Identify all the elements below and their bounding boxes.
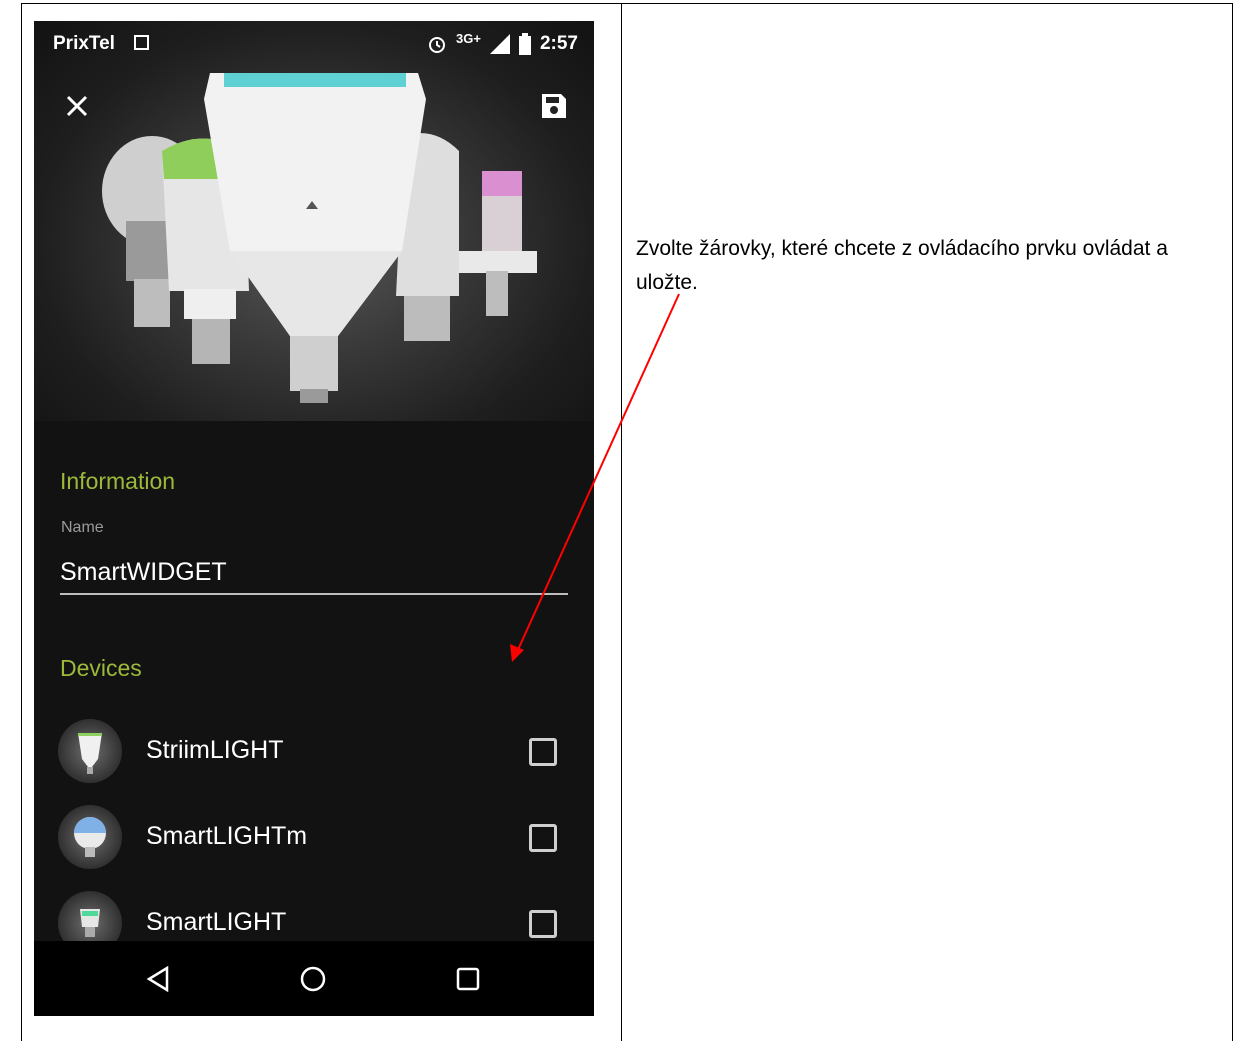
device-name: SmartLIGHTm	[146, 822, 308, 850]
status-bar: PrixTel 3G+ 2:57	[34, 21, 594, 67]
table-border-right	[1232, 3, 1233, 1041]
device-checkbox[interactable]	[529, 824, 557, 852]
home-button[interactable]	[293, 959, 333, 999]
home-circle-icon	[300, 966, 326, 992]
device-row[interactable]: StriimLIGHT	[34, 709, 594, 795]
close-button[interactable]	[56, 85, 98, 127]
device-checkbox[interactable]	[529, 910, 557, 938]
instruction-text: Zvolte žárovky, které chcete z ovládacíh…	[636, 237, 1168, 294]
save-button[interactable]	[533, 85, 575, 127]
table-border-divider	[621, 3, 622, 1041]
navigation-bar	[34, 941, 594, 1016]
device-name: StriimLIGHT	[146, 736, 284, 764]
carrier-name: PrixTel	[53, 33, 115, 54]
back-triangle-icon	[146, 965, 169, 993]
phone-screen: PrixTel 3G+ 2:57 Information Name SmartW…	[34, 21, 594, 1016]
alarm-icon	[429, 37, 446, 53]
table-border-left	[21, 3, 22, 1041]
recents-button[interactable]	[448, 959, 488, 999]
device-avatar	[58, 805, 122, 869]
bulbs-illustration	[102, 73, 537, 403]
save-icon	[542, 94, 566, 118]
information-section-title: Information	[60, 468, 176, 494]
back-button[interactable]	[138, 959, 178, 999]
network-type: 3G+	[456, 30, 481, 46]
battery-icon	[518, 33, 531, 55]
device-name: SmartLIGHT	[146, 908, 287, 936]
bulb-icon	[78, 733, 102, 774]
signal-icon	[489, 34, 510, 54]
device-avatar	[58, 719, 122, 783]
device-row[interactable]: SmartLIGHTm	[34, 795, 594, 881]
recents-square-icon	[456, 967, 480, 991]
status-indicators: 3G+ 2:57	[427, 30, 578, 55]
clock: 2:57	[539, 33, 578, 54]
name-field-label: Name	[61, 519, 104, 536]
hero-image	[34, 21, 594, 421]
image-notification-icon	[134, 35, 149, 50]
device-checkbox[interactable]	[529, 738, 557, 766]
devices-section-title: Devices	[60, 655, 142, 681]
close-icon	[66, 95, 88, 117]
name-input[interactable]	[60, 551, 568, 595]
table-border-top	[21, 3, 1233, 4]
bulb-icon	[74, 817, 106, 857]
